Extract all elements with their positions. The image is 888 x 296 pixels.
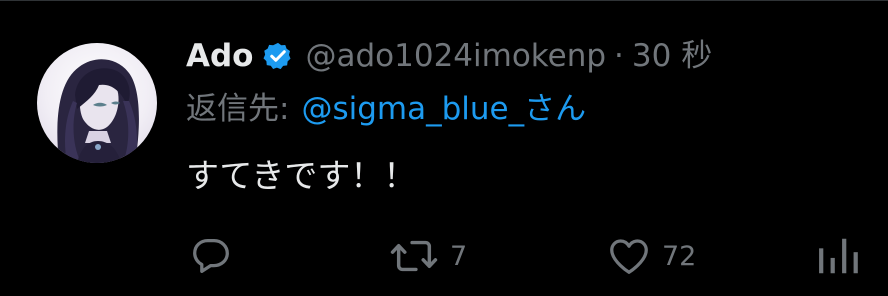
timestamp[interactable]: 30 秒	[632, 30, 712, 82]
avatar-illustration	[57, 59, 139, 163]
like-count: 72	[662, 240, 697, 272]
avatar[interactable]	[37, 43, 157, 163]
repost-icon	[388, 233, 440, 279]
like-button[interactable]: 72	[606, 226, 696, 286]
heart-icon	[606, 233, 652, 279]
reply-context: 返信先: @sigma_blue_さん	[186, 82, 876, 136]
verified-badge-icon	[263, 41, 293, 71]
repost-button[interactable]: 7	[388, 226, 467, 286]
repost-count: 7	[450, 240, 468, 272]
top-divider	[0, 0, 888, 1]
views-icon	[814, 233, 874, 279]
separator-dot: ·	[614, 38, 624, 74]
reply-icon	[188, 233, 234, 279]
views-button[interactable]	[814, 226, 884, 286]
action-bar: 7 72	[0, 226, 888, 286]
reply-button[interactable]	[188, 226, 244, 286]
reply-prefix-label: 返信先:	[186, 91, 290, 127]
reply-to-mention-link[interactable]: @sigma_blue_さん	[301, 82, 586, 136]
post-text: すてきです！！	[186, 156, 417, 195]
display-name[interactable]: Ado	[186, 30, 253, 82]
user-handle[interactable]: @ado1024imokenp	[305, 30, 606, 82]
post-body: Ado @ado1024imokenp · 30 秒 返信先: @sigma_b…	[186, 30, 876, 200]
post-header: Ado @ado1024imokenp · 30 秒	[186, 30, 876, 82]
